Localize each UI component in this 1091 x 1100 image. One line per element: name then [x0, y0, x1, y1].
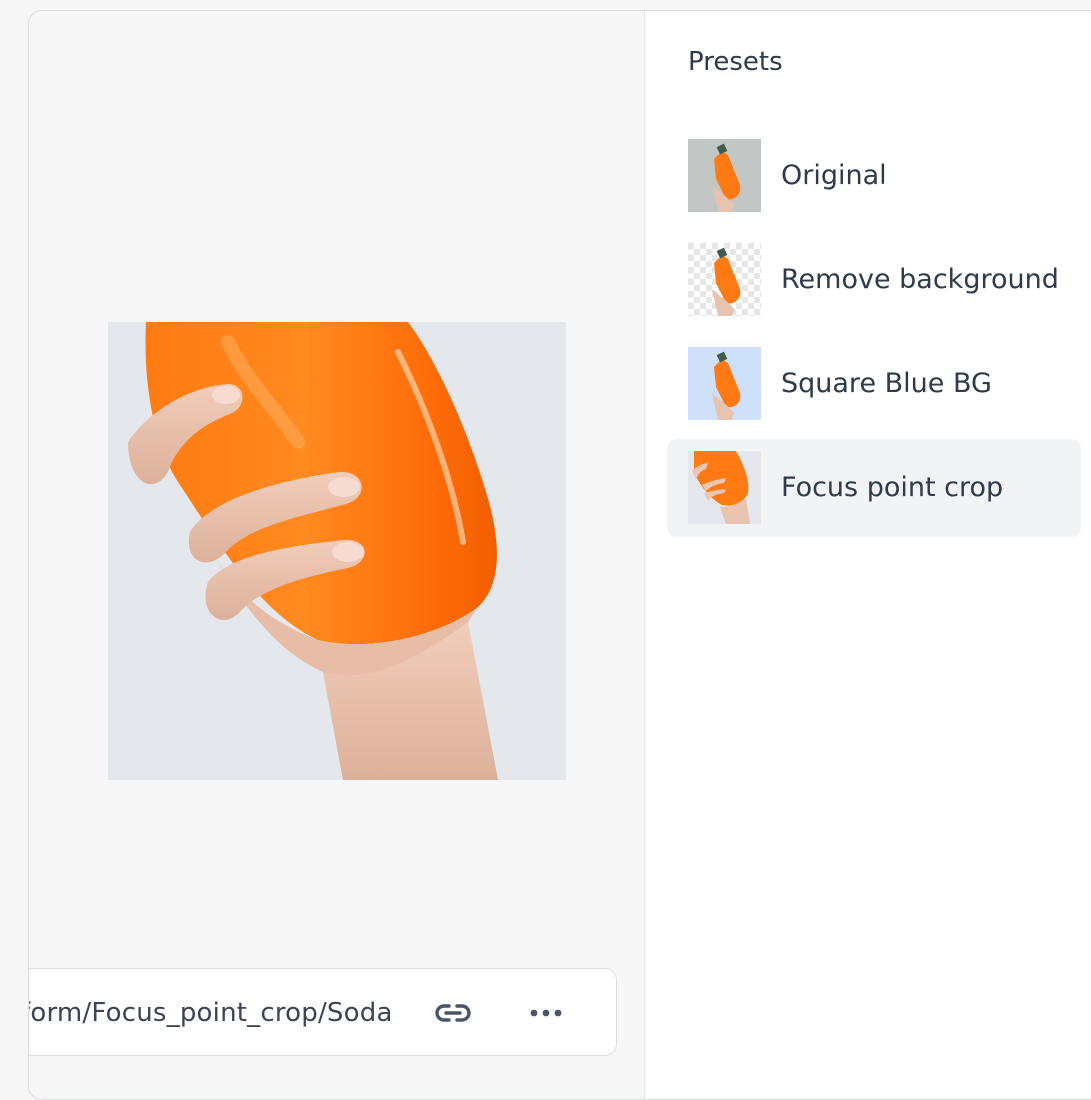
url-bar: form/Focus_point_crop/Soda — [29, 968, 617, 1057]
original-thumbnail — [688, 139, 761, 212]
soda-bottle-hand-image — [108, 322, 566, 780]
url-path-text[interactable]: form/Focus_point_crop/Soda — [29, 969, 393, 1057]
preset-item-square-blue-bg[interactable]: Square Blue BG — [667, 335, 1081, 433]
preset-item-focus-point-crop[interactable]: Focus point crop — [667, 439, 1081, 537]
preset-label-remove-background: Remove background — [781, 264, 1059, 295]
app-window: form/Focus_point_crop/Soda Presets Origi… — [28, 10, 1091, 1100]
more-horizontal-icon — [530, 1009, 562, 1017]
copy-link-button[interactable] — [430, 991, 476, 1035]
preset-item-original[interactable]: Original — [667, 127, 1081, 225]
transparent-background-thumbnail — [688, 243, 761, 316]
preset-item-remove-background[interactable]: Remove background — [667, 231, 1081, 329]
link-icon — [435, 1004, 471, 1022]
blue-background-thumbnail — [688, 347, 761, 420]
focus-crop-thumbnail — [688, 451, 761, 524]
preview-image — [108, 322, 566, 780]
presets-title: Presets — [688, 47, 783, 77]
presets-panel: Presets Original Remove background Squar… — [644, 11, 1091, 1099]
preset-label-square-blue-bg: Square Blue BG — [781, 368, 992, 399]
more-options-button[interactable] — [523, 991, 569, 1035]
preview-pane: form/Focus_point_crop/Soda — [29, 11, 644, 1099]
preset-label-focus-point-crop: Focus point crop — [781, 472, 1004, 503]
preset-label-original: Original — [781, 160, 887, 191]
